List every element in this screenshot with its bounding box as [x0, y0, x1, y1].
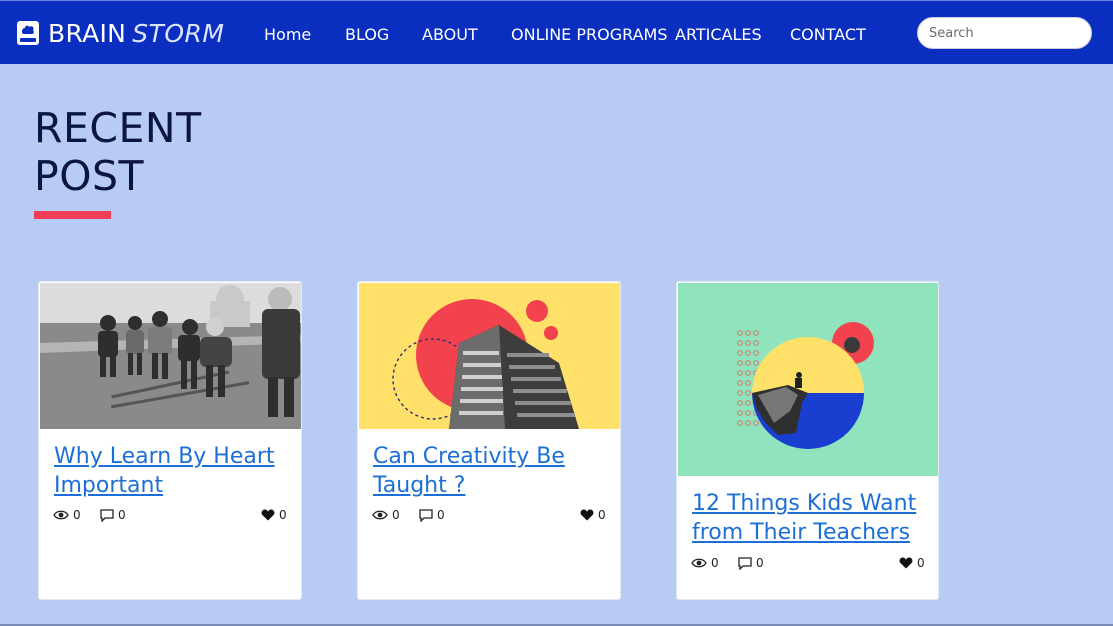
- brand-logo-link[interactable]: BRAIN STORM: [16, 18, 224, 48]
- post-comments: 0: [419, 508, 445, 522]
- top-navbar: BRAIN STORM Home BLOG ABOUT ONLINE PROGR…: [0, 0, 1113, 64]
- post-image-children-playing[interactable]: [40, 283, 302, 429]
- post-views-count: 0: [73, 508, 81, 522]
- heart-icon[interactable]: [580, 509, 594, 521]
- comment-icon: [738, 556, 752, 570]
- heart-icon[interactable]: [261, 509, 275, 521]
- post-comments-count: 0: [118, 508, 126, 522]
- nav-about[interactable]: ABOUT: [422, 25, 478, 44]
- post-comments-count: 0: [756, 556, 764, 570]
- book-brain-icon: [17, 21, 39, 45]
- post-card: Can Creativity Be Taught ? 0 0 0: [357, 281, 621, 600]
- post-likes[interactable]: 0: [261, 508, 287, 522]
- post-views-count: 0: [711, 556, 719, 570]
- post-views: 0: [372, 508, 400, 522]
- eye-icon: [372, 510, 388, 520]
- heart-icon[interactable]: [899, 557, 913, 569]
- post-card: Why Learn By Heart Important 0 0 0: [38, 281, 302, 600]
- eye-icon: [691, 558, 707, 568]
- comment-icon: [100, 508, 114, 522]
- post-likes-count: 0: [917, 556, 925, 570]
- post-views: 0: [53, 508, 81, 522]
- eye-icon: [53, 510, 69, 520]
- post-title-link[interactable]: Can Creativity Be Taught ?: [373, 442, 613, 500]
- post-comments-count: 0: [437, 508, 445, 522]
- page-title: RECENT POST: [34, 104, 202, 200]
- post-image-building-collage[interactable]: [359, 283, 621, 429]
- post-views-count: 0: [392, 508, 400, 522]
- nav-blog[interactable]: BLOG: [345, 25, 389, 44]
- post-comments: 0: [738, 556, 764, 570]
- brand-name-first: BRAIN: [48, 18, 127, 48]
- nav-home[interactable]: Home: [264, 25, 311, 44]
- post-likes-count: 0: [279, 508, 287, 522]
- post-image-cliff-collage[interactable]: [678, 283, 939, 476]
- post-views: 0: [691, 556, 719, 570]
- heading-underline-bar: [34, 211, 111, 219]
- nav-online-programs[interactable]: ONLINE PROGRAMS: [511, 25, 668, 44]
- search-input[interactable]: [917, 17, 1092, 49]
- post-title-link[interactable]: 12 Things Kids Want from Their Teachers: [692, 489, 932, 547]
- page-title-line1: RECENT: [34, 104, 202, 152]
- post-likes[interactable]: 0: [899, 556, 925, 570]
- comment-icon: [419, 508, 433, 522]
- post-title-link[interactable]: Why Learn By Heart Important: [54, 442, 294, 500]
- post-comments: 0: [100, 508, 126, 522]
- post-likes[interactable]: 0: [580, 508, 606, 522]
- brand-name-second: STORM: [132, 18, 225, 48]
- nav-articales[interactable]: ARTICALES: [675, 25, 762, 44]
- page-title-line2: POST: [34, 152, 145, 200]
- nav-contact[interactable]: CONTACT: [790, 25, 866, 44]
- post-likes-count: 0: [598, 508, 606, 522]
- post-card: 12 Things Kids Want from Their Teachers …: [676, 281, 939, 600]
